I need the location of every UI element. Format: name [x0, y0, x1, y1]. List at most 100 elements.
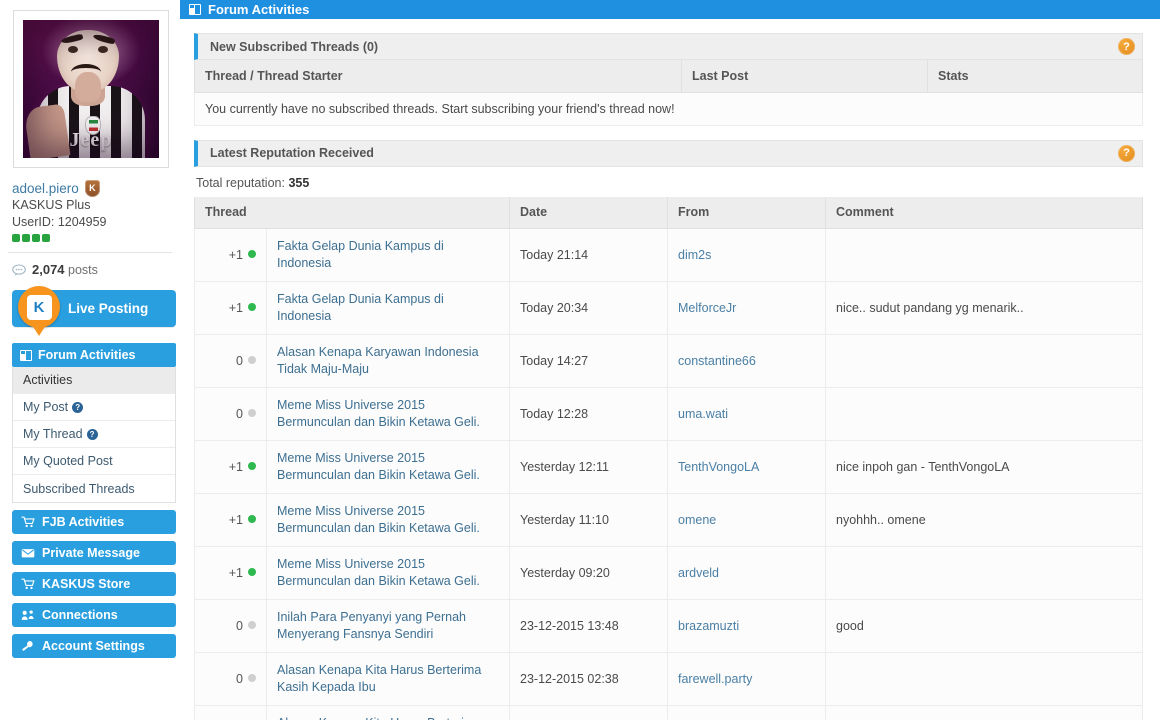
- from-cell: MelforceJr: [667, 281, 826, 335]
- sidebar-item-subscribed-threads[interactable]: Subscribed Threads: [13, 475, 175, 502]
- from-user-link[interactable]: ardveld: [678, 566, 719, 580]
- avatar-photo: Jeep: [23, 20, 159, 158]
- table-row: +1 Alasan Kenapa Kita Harus Berterima Kas…: [194, 705, 1143, 720]
- from-cell: constantine66: [667, 334, 826, 388]
- column-header-comment[interactable]: Comment: [825, 196, 1143, 229]
- thread-link[interactable]: Meme Miss Universe 2015 Bermunculan dan …: [277, 556, 499, 590]
- table-row: 0 Inilah Para Penyanyi yang Pernah Menyer…: [194, 599, 1143, 653]
- from-user-link[interactable]: farewell.party: [678, 672, 752, 686]
- from-user-link[interactable]: MelforceJr: [678, 301, 736, 315]
- thread-link[interactable]: Inilah Para Penyanyi yang Pernah Menyera…: [277, 609, 499, 643]
- sidebar-button-private-message[interactable]: Private Message: [12, 541, 176, 565]
- sidebar-button-account-settings[interactable]: Account Settings: [12, 634, 176, 658]
- reputation-points-cell: +1: [194, 493, 267, 547]
- comment-cell: nice inpoh gan - TenthVongoLA: [825, 440, 1143, 494]
- thread-link[interactable]: Fakta Gelap Dunia Kampus di Indonesia: [277, 291, 499, 325]
- from-user-link[interactable]: brazamuzti: [678, 619, 739, 633]
- reputation-points-cell: 0: [194, 599, 267, 653]
- thread-link[interactable]: Alasan Kenapa Kita Harus Berterima Kasih…: [277, 715, 499, 720]
- table-row: +1 Meme Miss Universe 2015 Bermunculan da…: [194, 546, 1143, 600]
- live-posting-label: Live Posting: [68, 301, 149, 316]
- reputation-points-cell: +1: [194, 440, 267, 494]
- question-icon[interactable]: ?: [1118, 144, 1135, 162]
- from-user-link[interactable]: TenthVongoLA: [678, 460, 759, 474]
- date-cell: Yesterday 11:10: [509, 493, 668, 547]
- column-header-last-post[interactable]: Last Post: [681, 60, 928, 93]
- connections-icon: [21, 610, 34, 620]
- reputation-status-dot-icon: [248, 250, 256, 258]
- question-icon[interactable]: ?: [1118, 38, 1135, 55]
- sidebar-item-my-post[interactable]: My Post ?: [13, 394, 175, 421]
- window-icon: [189, 4, 201, 15]
- thread-link[interactable]: Alasan Kenapa Kita Harus Berterima Kasih…: [277, 662, 499, 696]
- thread-link[interactable]: Meme Miss Universe 2015 Bermunculan dan …: [277, 397, 499, 431]
- reputation-points: 0: [236, 672, 243, 686]
- sidebar-button-fjb-activities[interactable]: FJB Activities: [12, 510, 176, 534]
- reputation-points-cell: +1: [194, 228, 267, 282]
- sidebar-divider: [8, 252, 172, 253]
- avatar-hand: [75, 72, 101, 102]
- reputation-status-dot-icon: [248, 356, 256, 364]
- table-row: 0 Alasan Kenapa Kita Harus Berterima Kasi…: [194, 652, 1143, 706]
- sidebar-nav-list: Activities My Post ? My Thread ? My Quot…: [12, 367, 176, 503]
- thread-cell: Alasan Kenapa Kita Harus Berterima Kasih…: [266, 652, 510, 706]
- reputation-dot: [12, 234, 20, 242]
- from-user-link[interactable]: uma.wati: [678, 407, 728, 421]
- sidebar-item-my-quoted-post[interactable]: My Quoted Post: [13, 448, 175, 475]
- sidebar-item-activities[interactable]: Activities: [13, 367, 175, 394]
- thread-link[interactable]: Meme Miss Universe 2015 Bermunculan dan …: [277, 503, 499, 537]
- from-cell: brazamuzti: [667, 599, 826, 653]
- column-header-stats[interactable]: Stats: [927, 60, 1143, 93]
- sidebar-button-kaskus-store[interactable]: KASKUS Store: [12, 572, 176, 596]
- subscribed-threads-panel-header: New Subscribed Threads (0) ?: [194, 33, 1143, 60]
- column-header-date[interactable]: Date: [509, 196, 668, 229]
- sidebar-item-label: Subscribed Threads: [23, 481, 135, 496]
- help-question-icon[interactable]: ?: [86, 428, 98, 440]
- date-cell: Yesterday 09:20: [509, 546, 668, 600]
- column-header-thread-starter[interactable]: Thread / Thread Starter: [194, 60, 682, 93]
- subscribed-threads-title: New Subscribed Threads (0): [210, 39, 379, 54]
- thread-link[interactable]: Fakta Gelap Dunia Kampus di Indonesia: [277, 238, 499, 272]
- sidebar-button-label: FJB Activities: [42, 515, 125, 529]
- reputation-points: +1: [228, 301, 243, 315]
- thread-link[interactable]: Meme Miss Universe 2015 Bermunculan dan …: [277, 450, 499, 484]
- reputation-dot: [32, 234, 40, 242]
- reputation-status-dot-icon: [248, 462, 256, 470]
- from-user-link[interactable]: omene: [678, 513, 716, 527]
- avatar[interactable]: Jeep: [13, 10, 169, 168]
- page-title: Forum Activities: [208, 2, 310, 17]
- column-header-thread[interactable]: Thread: [194, 196, 510, 229]
- from-user-link[interactable]: constantine66: [678, 354, 756, 368]
- reputation-points: +1: [228, 566, 243, 580]
- date-cell: 23-12-2015 13:48: [509, 599, 668, 653]
- help-question-icon[interactable]: ?: [72, 401, 84, 413]
- thread-link[interactable]: Alasan Kenapa Karyawan Indonesia Tidak M…: [277, 344, 499, 378]
- table-row: +1 Fakta Gelap Dunia Kampus di Indonesia T…: [194, 281, 1143, 335]
- profile-username[interactable]: adoel.piero: [12, 181, 79, 196]
- reputation-points: +1: [228, 460, 243, 474]
- live-posting[interactable]: Live Posting K: [12, 286, 176, 336]
- date-cell: 23-12-2015 02:38: [509, 652, 668, 706]
- posts-count-row: 2,074 posts: [12, 262, 172, 277]
- window-icon: [20, 349, 32, 361]
- reputation-points-cell: 0: [194, 334, 267, 388]
- wrench-icon: [22, 641, 33, 651]
- comment-cell: [825, 546, 1143, 600]
- from-user-link[interactable]: dim2s: [678, 248, 711, 262]
- thread-cell: Fakta Gelap Dunia Kampus di Indonesia: [266, 228, 510, 282]
- column-header-from[interactable]: From: [667, 196, 826, 229]
- reputation-panel-header: Latest Reputation Received ?: [194, 139, 1143, 167]
- sidebar-item-label: Activities: [23, 373, 73, 387]
- sidebar-button-connections[interactable]: Connections: [12, 603, 176, 627]
- total-reputation-value: 355: [288, 175, 310, 190]
- reputation-points-cell: 0: [194, 387, 267, 441]
- reputation-dots: [12, 234, 172, 242]
- reputation-points-cell: +1: [194, 705, 267, 720]
- from-cell: omene: [667, 493, 826, 547]
- kaskus-logo-icon: K: [18, 286, 60, 336]
- table-row: +1 Meme Miss Universe 2015 Bermunculan da…: [194, 493, 1143, 547]
- reputation-status-dot-icon: [248, 674, 256, 682]
- sidebar-item-my-thread[interactable]: My Thread ?: [13, 421, 175, 448]
- total-reputation: Total reputation: 355: [196, 176, 1143, 190]
- date-cell: Today 20:34: [509, 281, 668, 335]
